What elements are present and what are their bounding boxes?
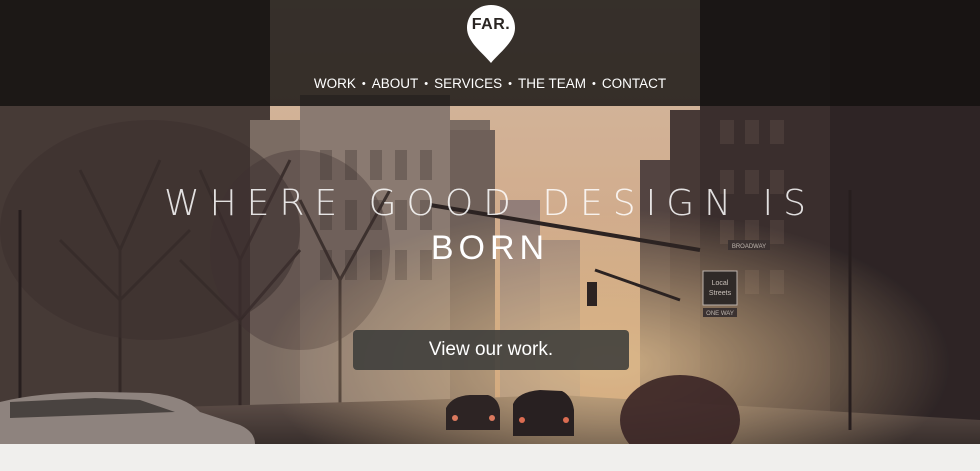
logo-text: FAR. (471, 16, 511, 33)
map-pin-icon (467, 5, 515, 63)
nav-separator: • (424, 77, 429, 90)
nav-item-the-team[interactable]: THE TEAM (518, 76, 586, 91)
hero-headline: WHERE GOOD DESIGN IS BORN (0, 183, 980, 267)
logo[interactable]: FAR. (466, 4, 516, 64)
nav-item-contact[interactable]: CONTACT (602, 76, 666, 91)
nav-item-services[interactable]: SERVICES (434, 76, 502, 91)
nav-separator: • (361, 77, 366, 90)
headline-line-2: BORN (430, 229, 550, 267)
view-work-button[interactable]: View our work. (353, 330, 629, 370)
headline-line-1: WHERE GOOD DESIGN IS (163, 183, 817, 224)
nav-item-work[interactable]: WORK (314, 76, 356, 91)
page-bottom-strip (0, 444, 980, 471)
hero-section: Local Streets BROADWAY ONE WAY FAR. WORK (0, 0, 980, 444)
site-header: FAR. WORK • ABOUT • SERVICES • THE TEAM … (0, 0, 980, 106)
nav-item-about[interactable]: ABOUT (372, 76, 419, 91)
nav-separator: • (592, 77, 596, 90)
nav-separator: • (508, 77, 512, 90)
main-nav: WORK • ABOUT • SERVICES • THE TEAM • CON… (0, 76, 980, 91)
